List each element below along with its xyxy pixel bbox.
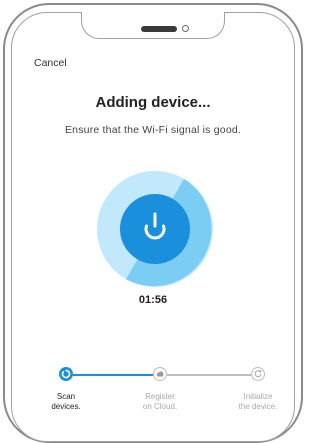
step-connector-pending [167, 374, 251, 376]
step-label-line: on Cloud. [142, 401, 178, 411]
step-label-line: the device. [238, 401, 278, 411]
front-camera-icon [182, 25, 189, 32]
step-label-line: Scan [56, 392, 76, 401]
refresh-icon [251, 367, 265, 381]
step-label-initialize: Initialize the device. [223, 392, 293, 411]
step-connector-active [73, 374, 153, 376]
step-label-line: devices. [51, 401, 81, 411]
step-label-line: Initialize [243, 392, 273, 401]
step-label-scan: Scan devices. [31, 392, 101, 411]
progress-spinner [97, 171, 213, 287]
spinner-core [120, 194, 190, 264]
page-subtitle: Ensure that the Wi-Fi signal is good. [64, 124, 242, 136]
cloud-icon [153, 367, 167, 381]
page-title: Adding device... [95, 94, 211, 111]
step-label-line: Register [145, 392, 175, 401]
countdown-timer: 01:56 [138, 294, 168, 306]
step-label-register: Register on Cloud. [125, 392, 195, 411]
speaker-grille [141, 26, 177, 32]
cancel-button[interactable]: Cancel [34, 57, 67, 69]
scan-spinner-icon [59, 367, 73, 381]
